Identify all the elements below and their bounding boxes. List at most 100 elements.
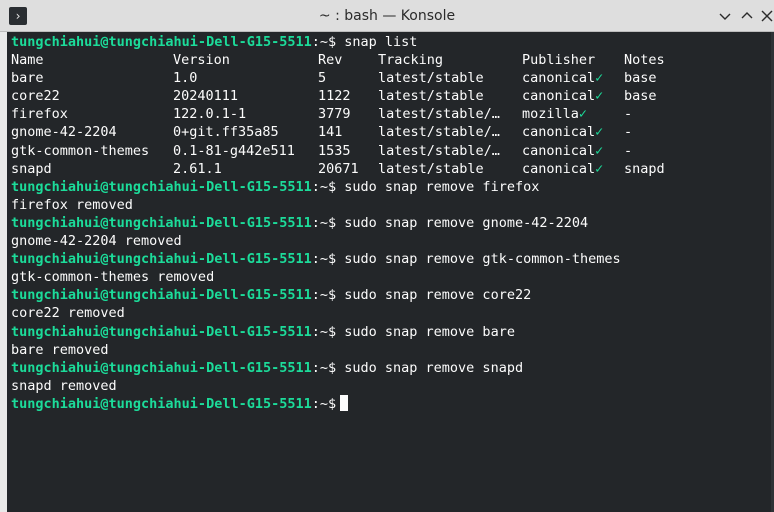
prompt-separator: :~$ [311, 214, 337, 231]
terminal-output[interactable]: tungchiahui@tungchiahui-Dell-G15-5511:~$… [7, 32, 774, 512]
command-text: sudo snap remove gtk-common-themes [344, 251, 621, 268]
chevron-down-icon [719, 13, 731, 20]
text-cursor[interactable] [340, 394, 349, 411]
verified-check-icon: ✓ [595, 160, 604, 177]
cell-version: 20240111 [173, 88, 239, 105]
table-row: firefox 122.0.1-1 3779 latest/stable/… m… [7, 105, 774, 123]
output-line: firefox removed [11, 196, 133, 213]
cell-tracking: latest/stable/… [378, 142, 500, 159]
cell-tracking: latest/stable [378, 70, 484, 87]
output-line: snapd removed [11, 377, 117, 394]
prompt-user-host: tungchiahui@tungchiahui-Dell-G15-5511 [11, 395, 312, 412]
cell-name: snapd [11, 160, 52, 177]
cell-publisher: canonical✓ [522, 160, 603, 178]
cell-publisher: mozilla✓ [522, 105, 587, 123]
cell-tracking: latest/stable [378, 160, 484, 177]
cell-notes: - [624, 106, 633, 123]
chevron-up-icon [741, 12, 753, 19]
verified-check-icon: ✓ [595, 142, 604, 159]
command-text: sudo snap remove firefox [344, 178, 540, 195]
cell-notes: - [624, 124, 633, 141]
header-publisher: Publisher [522, 52, 596, 69]
prompt-user-host: tungchiahui@tungchiahui-Dell-G15-5511 [11, 323, 312, 340]
prompt-separator: :~$ [311, 251, 337, 268]
terminal-line: tungchiahui@tungchiahui-Dell-G15-5511:~$… [7, 286, 774, 304]
cell-name: bare [11, 70, 44, 87]
terminal-line: tungchiahui@tungchiahui-Dell-G15-5511:~$… [7, 359, 774, 377]
close-button[interactable] [757, 6, 774, 26]
cell-rev: 3779 [318, 106, 351, 123]
command-text: sudo snap remove gnome-42-2204 [344, 214, 589, 231]
output-line: bare removed [11, 341, 109, 358]
verified-check-icon: ✓ [595, 88, 604, 105]
verified-check-icon: ✓ [595, 70, 604, 87]
prompt-user-host: tungchiahui@tungchiahui-Dell-G15-5511 [11, 287, 312, 304]
close-icon [761, 10, 773, 22]
prompt-user-host: tungchiahui@tungchiahui-Dell-G15-5511 [11, 34, 312, 50]
header-tracking: Tracking [378, 52, 444, 69]
cell-name: gnome-42-2204 [11, 124, 117, 141]
cell-version: 0+git.ff35a85 [173, 124, 279, 141]
table-row: bare 1.0 5 latest/stable canonical✓ base [7, 69, 774, 87]
table-row: gtk-common-themes 0.1-81-g442e511 1535 l… [7, 142, 774, 160]
output-line: gtk-common-themes removed [11, 269, 215, 286]
background-window-edge [0, 32, 7, 512]
cell-rev: 1535 [318, 142, 351, 159]
cell-notes: snapd [624, 160, 665, 177]
maximize-button[interactable] [737, 6, 757, 26]
cell-rev: 1122 [318, 88, 351, 105]
output-line: gnome-42-2204 removed [11, 233, 182, 250]
cell-publisher: canonical✓ [522, 142, 603, 160]
publisher-name: canonical [522, 124, 596, 141]
header-notes: Notes [624, 52, 665, 69]
current-prompt-line[interactable]: tungchiahui@tungchiahui-Dell-G15-5511:~$ [7, 394, 774, 413]
cell-rev: 20671 [318, 160, 359, 177]
command-text: sudo snap remove bare [344, 323, 515, 340]
header-name: Name [11, 52, 44, 69]
prompt-separator: :~$ [311, 178, 337, 195]
cell-publisher: canonical✓ [522, 69, 603, 87]
prompt-user-host: tungchiahui@tungchiahui-Dell-G15-5511 [11, 251, 312, 268]
header-version: Version [173, 52, 230, 69]
cell-tracking: latest/stable/… [378, 124, 500, 141]
prompt-separator: :~$ [311, 34, 337, 50]
cell-name: core22 [11, 88, 60, 105]
prompt-separator: :~$ [311, 359, 337, 376]
prompt-separator: :~$ [311, 287, 337, 304]
cell-name: firefox [11, 106, 68, 123]
terminal-line: tungchiahui@tungchiahui-Dell-G15-5511:~$… [7, 33, 774, 51]
publisher-name: canonical [522, 160, 596, 177]
table-row: core22 20240111 1122 latest/stable canon… [7, 87, 774, 105]
terminal-line: tungchiahui@tungchiahui-Dell-G15-5511:~$… [7, 178, 774, 196]
publisher-name: canonical [522, 142, 596, 159]
konsole-window: › ~ : bash — Konsole tungchiahui@tungchi… [0, 0, 774, 512]
cell-notes: - [624, 142, 633, 159]
prompt-user-host: tungchiahui@tungchiahui-Dell-G15-5511 [11, 178, 312, 195]
minimize-button[interactable] [715, 6, 735, 26]
verified-check-icon: ✓ [595, 124, 604, 141]
cell-version: 0.1-81-g442e511 [173, 142, 295, 159]
command-text: snap list [344, 34, 418, 50]
terminal-line: tungchiahui@tungchiahui-Dell-G15-5511:~$… [7, 323, 774, 341]
verified-check-icon: ✓ [578, 106, 588, 123]
header-rev: Rev [318, 52, 343, 69]
publisher-name: canonical [522, 70, 596, 87]
publisher-name: mozilla [522, 106, 579, 123]
cell-version: 2.61.1 [173, 160, 222, 177]
publisher-name: canonical [522, 88, 596, 105]
cell-tracking: latest/stable/… [378, 106, 500, 123]
command-text: sudo snap remove core22 [344, 287, 532, 304]
table-header-row: Name Version Rev Tracking Publisher Note… [7, 51, 774, 69]
title-bar[interactable]: › ~ : bash — Konsole [0, 0, 774, 32]
terminal-line: tungchiahui@tungchiahui-Dell-G15-5511:~$… [7, 214, 774, 232]
cell-version: 122.0.1-1 [173, 106, 247, 123]
command-text: sudo snap remove snapd [344, 359, 524, 376]
cell-version: 1.0 [173, 70, 198, 87]
cell-publisher: canonical✓ [522, 123, 603, 141]
cell-publisher: canonical✓ [522, 87, 603, 105]
table-row: gnome-42-2204 0+git.ff35a85 141 latest/s… [7, 123, 774, 141]
table-row: snapd 2.61.1 20671 latest/stable canonic… [7, 160, 774, 178]
cell-tracking: latest/stable [378, 88, 484, 105]
cell-rev: 141 [318, 124, 343, 141]
cell-rev: 5 [318, 70, 327, 87]
